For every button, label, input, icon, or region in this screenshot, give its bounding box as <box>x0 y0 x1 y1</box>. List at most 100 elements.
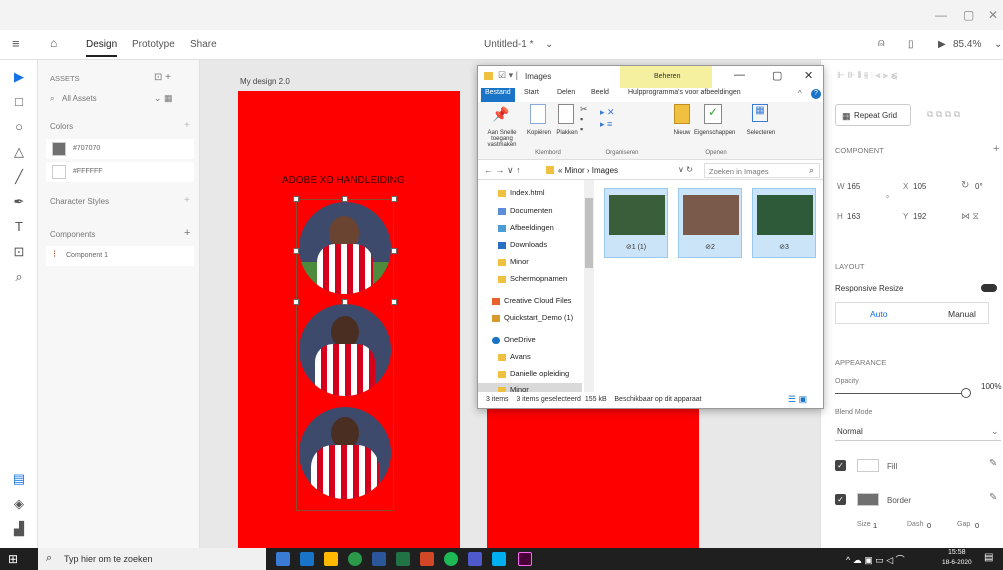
nav-scrollbar-thumb[interactable] <box>585 198 593 268</box>
tab-bestand[interactable]: Bestand <box>485 89 511 96</box>
text-tool-icon[interactable]: T <box>10 218 28 236</box>
nav-item-pictures[interactable]: Afbeeldingen <box>498 223 554 232</box>
excel-icon[interactable] <box>396 552 410 566</box>
nav-item-creative-cloud[interactable]: Creative Cloud Files <box>492 296 572 305</box>
skype-icon[interactable] <box>492 552 506 566</box>
component-row[interactable]: ⁝ Component 1 <box>46 246 194 266</box>
plugins-icon[interactable]: ▟ <box>10 520 28 538</box>
selection-handle[interactable] <box>342 196 348 202</box>
pen-tool-icon[interactable]: ✒ <box>10 193 28 211</box>
close-icon[interactable]: ✕ <box>804 69 813 82</box>
system-tray-icons[interactable]: ^ ☁ ▣ ▭ ◁ ⌒ <box>846 553 905 566</box>
file-item[interactable]: ⊘1 (1) <box>604 188 668 258</box>
maximize-icon[interactable]: ▢ <box>963 8 974 22</box>
fill-color-swatch[interactable] <box>857 459 879 472</box>
clock-date[interactable]: 18-6-2020 <box>942 559 972 566</box>
artboard[interactable]: ADOBE XD HANDLEIDING <box>238 91 460 548</box>
x-value[interactable]: 105 <box>913 182 926 191</box>
nav-item-downloads[interactable]: Downloads <box>498 240 547 249</box>
polygon-tool-icon[interactable]: △ <box>10 143 28 161</box>
assets-panel-icon[interactable]: ▤ <box>10 470 28 488</box>
line-tool-icon[interactable]: ╱ <box>10 168 28 186</box>
zoom-tool-icon[interactable]: ⌕ <box>10 268 28 286</box>
spotify-icon[interactable] <box>444 552 458 566</box>
repeat-grid-button[interactable]: ▦ Repeat Grid <box>835 104 911 126</box>
nav-item-avans[interactable]: Avans <box>498 352 531 361</box>
select-button[interactable]: Selecteren <box>742 130 780 136</box>
opacity-value[interactable]: 100% <box>981 382 1001 391</box>
dash-value[interactable]: 0 <box>927 521 931 530</box>
help-icon[interactable]: ? <box>811 89 821 99</box>
chrome-icon[interactable] <box>348 552 362 566</box>
color-swatch-row[interactable]: #707070 <box>46 139 194 159</box>
windows-start-icon[interactable]: ⊞ <box>8 552 18 566</box>
new-button[interactable]: Nieuw <box>668 130 696 136</box>
nav-item-minor[interactable]: Minor <box>498 257 529 266</box>
zoom-chevron-icon[interactable]: ⌄ <box>994 39 1002 50</box>
copy-button[interactable]: Kopiëren <box>524 130 554 136</box>
gap-value[interactable]: 0 <box>975 521 979 530</box>
artboard-label[interactable]: My design 2.0 <box>240 77 290 86</box>
size-value[interactable]: 1 <box>873 521 877 530</box>
color-swatch-row[interactable]: #FFFFFF <box>46 162 194 182</box>
user-icon[interactable]: ⍝ <box>878 37 885 50</box>
artboard-second[interactable] <box>487 409 699 548</box>
file-item[interactable]: ⊘2 <box>678 188 742 258</box>
refresh-icon[interactable]: ∨ ↻ <box>678 165 693 174</box>
address-path[interactable]: « Minor › Images <box>558 166 618 175</box>
manual-option[interactable]: Manual <box>948 309 976 319</box>
tab-beeld[interactable]: Beeld <box>591 89 609 96</box>
add-asset-icon[interactable]: ⊡ + <box>154 72 171 83</box>
selection-handle[interactable] <box>293 196 299 202</box>
rectangle-tool-icon[interactable]: □ <box>10 93 28 111</box>
selection-handle[interactable] <box>391 196 397 202</box>
tab-start[interactable]: Start <box>524 89 539 96</box>
responsive-toggle[interactable] <box>981 284 997 292</box>
add-component-icon[interactable]: + <box>184 227 190 239</box>
assets-search[interactable]: All Assets <box>62 94 97 103</box>
blend-mode-select[interactable]: Normal ⌄ <box>835 421 1001 441</box>
layers-icon[interactable]: ◈ <box>10 495 28 513</box>
file-explorer-icon[interactable] <box>324 552 338 566</box>
selection-handle[interactable] <box>293 299 299 305</box>
task-view-icon[interactable] <box>276 552 290 566</box>
close-icon[interactable]: ✕ <box>988 8 998 22</box>
rotation-value[interactable]: 0° <box>975 182 983 191</box>
powerpoint-icon[interactable] <box>420 552 434 566</box>
explorer-search-box[interactable]: Zoeken in Images ⌕ <box>704 163 820 178</box>
selection-handle[interactable] <box>293 248 299 254</box>
move-copy-icons[interactable]: ▸ ✕ ▸ ≡ <box>600 106 615 130</box>
player-photo[interactable] <box>299 202 391 294</box>
home-icon[interactable]: ⌂ <box>50 36 57 50</box>
adobe-xd-icon[interactable] <box>518 552 532 566</box>
tab-share[interactable]: Share <box>190 39 217 50</box>
add-style-icon[interactable]: + <box>184 195 190 206</box>
opacity-slider-track[interactable] <box>835 393 967 394</box>
player-photo[interactable] <box>299 304 391 396</box>
tab-design[interactable]: Design <box>86 39 118 57</box>
quick-access-icons[interactable]: ☑ ▾ | <box>498 70 518 81</box>
chevron-down-icon[interactable]: ⌄ <box>545 39 553 50</box>
nav-item-screenshots[interactable]: Schermopnamen <box>498 274 567 283</box>
play-icon[interactable]: ▶ <box>938 39 946 50</box>
y-value[interactable]: 192 <box>913 212 926 221</box>
pin-quick-access-button[interactable]: Aan Snelle toegang vastmaken <box>480 130 524 148</box>
auto-option[interactable]: Auto <box>870 309 888 319</box>
selection-handle[interactable] <box>391 299 397 305</box>
word-icon[interactable] <box>372 552 386 566</box>
opacity-slider-handle[interactable] <box>961 388 971 398</box>
artboard-heading[interactable]: ADOBE XD HANDLEIDING <box>282 175 405 186</box>
player-photo[interactable] <box>299 407 391 499</box>
lock-aspect-icon[interactable]: ⋄ <box>885 192 890 201</box>
file-item[interactable]: ⊘3 <box>752 188 816 258</box>
align-icons[interactable]: ⊩ ⊪ ⫴ ⫵ ⫶ ⫷ ⫸ ⫹ <box>837 70 898 81</box>
nav-item-documents[interactable]: Documenten <box>498 206 553 215</box>
nav-item-quickstart[interactable]: Quickstart_Demo (1) <box>492 313 573 322</box>
add-color-icon[interactable]: + <box>184 120 190 131</box>
notification-icon[interactable]: ▤ <box>984 552 993 563</box>
minimize-icon[interactable]: — <box>734 69 745 81</box>
fill-checkbox[interactable]: ✓ <box>835 460 846 471</box>
selection-handle[interactable] <box>342 299 348 305</box>
select-tool-icon[interactable]: ▶ <box>10 68 28 86</box>
tab-prototype[interactable]: Prototype <box>132 39 175 50</box>
